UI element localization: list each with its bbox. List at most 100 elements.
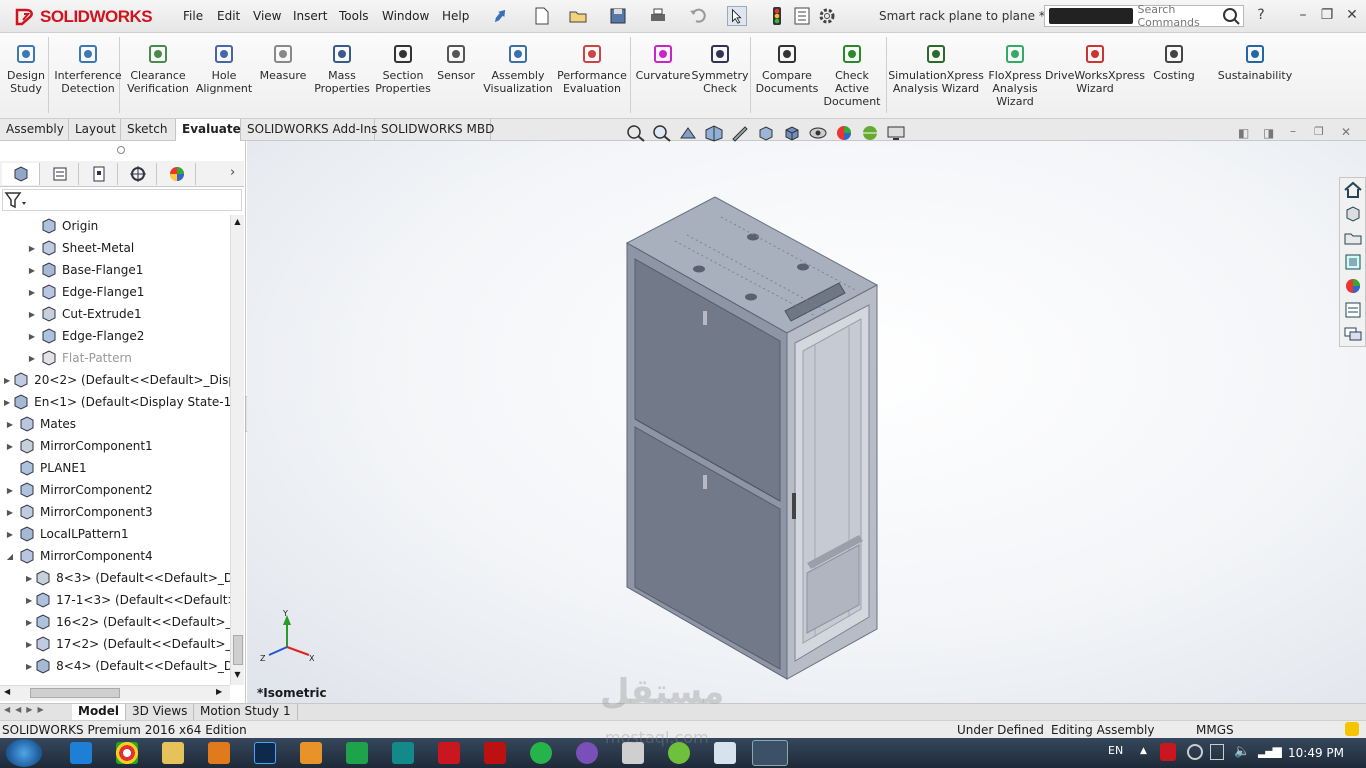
expand-arrow-icon[interactable]: ▶ [4, 530, 16, 539]
tree-item[interactable]: ▶ 20<2> (Default<<Default>_Display [0, 369, 230, 391]
media-player-icon[interactable] [208, 742, 230, 764]
graphics-area[interactable]: Y Z X [247, 141, 1366, 703]
tab-solidworks-add-ins[interactable]: SOLIDWORKS Add-Ins [241, 119, 377, 141]
expand-arrow-icon[interactable]: ▶ [4, 376, 10, 385]
scroll-up-icon[interactable]: ▲ [232, 217, 243, 229]
tray-acrobat-icon[interactable] [1160, 743, 1176, 761]
hide-show-items-icon[interactable] [808, 124, 828, 142]
expand-arrow-icon[interactable]: ▶ [26, 244, 38, 253]
undo-icon[interactable] [688, 6, 708, 26]
solidworks-logo[interactable]: SOLIDWORKS [14, 5, 153, 29]
tab-sketch[interactable]: Sketch [121, 119, 176, 141]
expand-arrow-icon[interactable]: ▶ [26, 266, 38, 275]
restore-icon[interactable]: ❐ [1320, 8, 1334, 22]
tab-dimxpert-manager[interactable] [119, 163, 157, 185]
panel-grip-icon[interactable] [117, 146, 125, 154]
expand-arrow-icon[interactable]: ▶ [26, 310, 38, 319]
tree-item[interactable]: ▶ 8<3> (Default<<Default>_Dis [0, 567, 230, 589]
tree-item[interactable]: ▶ Edge-Flange1 [0, 281, 230, 303]
ribbon-button-simulation[interactable]: SimulationXpress Analysis Wizard [888, 33, 984, 117]
expand-arrow-icon[interactable]: ▶ [26, 640, 32, 649]
design-library-icon[interactable] [1343, 204, 1363, 224]
ribbon-button-compare[interactable]: Compare Documents [755, 33, 819, 117]
tree-item[interactable]: ▶ Base-Flange1 [0, 259, 230, 281]
display-style-icon[interactable] [782, 124, 802, 142]
tab-property-manager[interactable] [41, 163, 79, 185]
hscroll-thumb[interactable] [30, 688, 120, 698]
viber-icon[interactable] [576, 742, 598, 764]
tree-item[interactable]: ▶ MirrorComponent2 [0, 479, 230, 501]
tree-item[interactable]: Origin [0, 215, 230, 237]
tab-display-manager[interactable] [158, 163, 196, 185]
tab-feature-manager[interactable] [2, 163, 40, 185]
unit-system[interactable]: MMGS [1196, 723, 1234, 737]
tray-usb-icon[interactable] [1210, 744, 1224, 760]
view-palette-icon[interactable] [1343, 252, 1363, 272]
edit-appearance-icon[interactable] [834, 124, 854, 142]
app-3-icon[interactable] [346, 742, 368, 764]
tooltip-toggle-icon[interactable] [1345, 722, 1359, 736]
close-icon[interactable]: ✕ [1345, 8, 1359, 22]
file-explorer-taskbar-icon[interactable] [162, 742, 184, 764]
previous-view-icon[interactable] [678, 124, 698, 142]
save-icon[interactable] [608, 6, 628, 26]
solidworks-active-task-icon[interactable] [752, 740, 788, 766]
tray-app-icon[interactable] [1187, 744, 1203, 760]
print-icon[interactable] [648, 6, 668, 26]
app-arrow-icon[interactable] [392, 742, 414, 764]
expand-arrow-icon[interactable]: ▶ [4, 442, 16, 451]
select-cursor-icon[interactable] [727, 6, 747, 26]
tile-right-icon[interactable]: ◨ [1263, 126, 1274, 140]
view-settings-icon[interactable] [886, 124, 906, 142]
clock[interactable]: 10:49 PM [1288, 746, 1344, 760]
whatsapp-icon[interactable] [530, 742, 552, 764]
tab-3d-views[interactable]: 3D Views [126, 704, 195, 720]
expand-arrow-icon[interactable]: ▶ [4, 398, 10, 407]
dynamic-annotation-icon[interactable] [730, 124, 750, 142]
ribbon-button-hole-alignment[interactable]: Hole Alignment [190, 33, 258, 117]
custom-properties-icon[interactable] [1343, 300, 1363, 320]
tab-assembly[interactable]: Assembly [0, 119, 69, 141]
tree-item[interactable]: ▶ 16<2> (Default<<Default>_Di [0, 611, 230, 633]
search-icon[interactable] [1221, 7, 1243, 25]
tree-horizontal-scrollbar[interactable]: ◀ ▶ [0, 685, 230, 701]
doc-minimize-icon[interactable]: – [1290, 124, 1296, 138]
search-input[interactable]: Search Commands [1138, 3, 1222, 29]
tree-item[interactable]: PLANE1 [0, 457, 230, 479]
tree-item[interactable]: ▶ MirrorComponent3 [0, 501, 230, 523]
chrome-icon[interactable] [116, 742, 138, 764]
tab-model[interactable]: Model [72, 704, 127, 720]
appearances-icon[interactable] [1343, 276, 1363, 296]
ribbon-button-sensor[interactable]: Sensor [433, 33, 479, 117]
tree-item[interactable]: ▶ Mates [0, 413, 230, 435]
ribbon-button-driveworks[interactable]: DriveWorksXpress Wizard [1045, 33, 1145, 117]
tab-solidworks-mbd[interactable]: SOLIDWORKS MBD [375, 119, 494, 141]
options-gear-icon[interactable] [817, 6, 837, 26]
menu-insert[interactable]: Insert [293, 9, 327, 23]
doc-restore-icon[interactable]: ❐ [1314, 125, 1324, 138]
menu-help[interactable]: Help [442, 9, 469, 23]
ribbon-button-mass-properties[interactable]: Mass Properties [314, 33, 370, 117]
tree-filter-bar[interactable] [2, 189, 242, 211]
tray-expand-icon[interactable]: ▲ [1140, 746, 1147, 756]
tree-vertical-scrollbar[interactable]: ▲ ▼ [230, 215, 244, 685]
ribbon-button-design-study[interactable]: Design Study [4, 33, 48, 117]
ribbon-button-check-document[interactable]: Check Active Document [818, 33, 886, 117]
minimize-icon[interactable]: – [1296, 8, 1310, 22]
tree-item[interactable]: ▶ Cut-Extrude1 [0, 303, 230, 325]
ie-icon[interactable] [70, 742, 92, 764]
start-button-icon[interactable] [6, 739, 42, 767]
acrobat-icon[interactable] [438, 742, 460, 764]
ribbon-button-clearance[interactable]: Clearance Verification [126, 33, 190, 117]
language-indicator[interactable]: EN [1108, 744, 1123, 757]
menu-window[interactable]: Window [382, 9, 429, 23]
search-commands-box[interactable]: Search Commands [1044, 3, 1244, 29]
ribbon-button-symmetry[interactable]: Symmetry Check [691, 33, 749, 117]
ribbon-button-assembly-visualization[interactable]: Assembly Visualization [483, 33, 553, 117]
expand-arrow-icon[interactable]: ▶ [26, 288, 38, 297]
expand-arrow-icon[interactable]: ▶ [4, 486, 16, 495]
scroll-thumb[interactable] [233, 635, 243, 665]
filter-funnel-icon[interactable] [3, 190, 27, 210]
tree-item[interactable]: ▶ 17<2> (Default<<Default>_Di [0, 633, 230, 655]
tree-item[interactable]: ▶ Flat-Pattern [0, 347, 230, 369]
